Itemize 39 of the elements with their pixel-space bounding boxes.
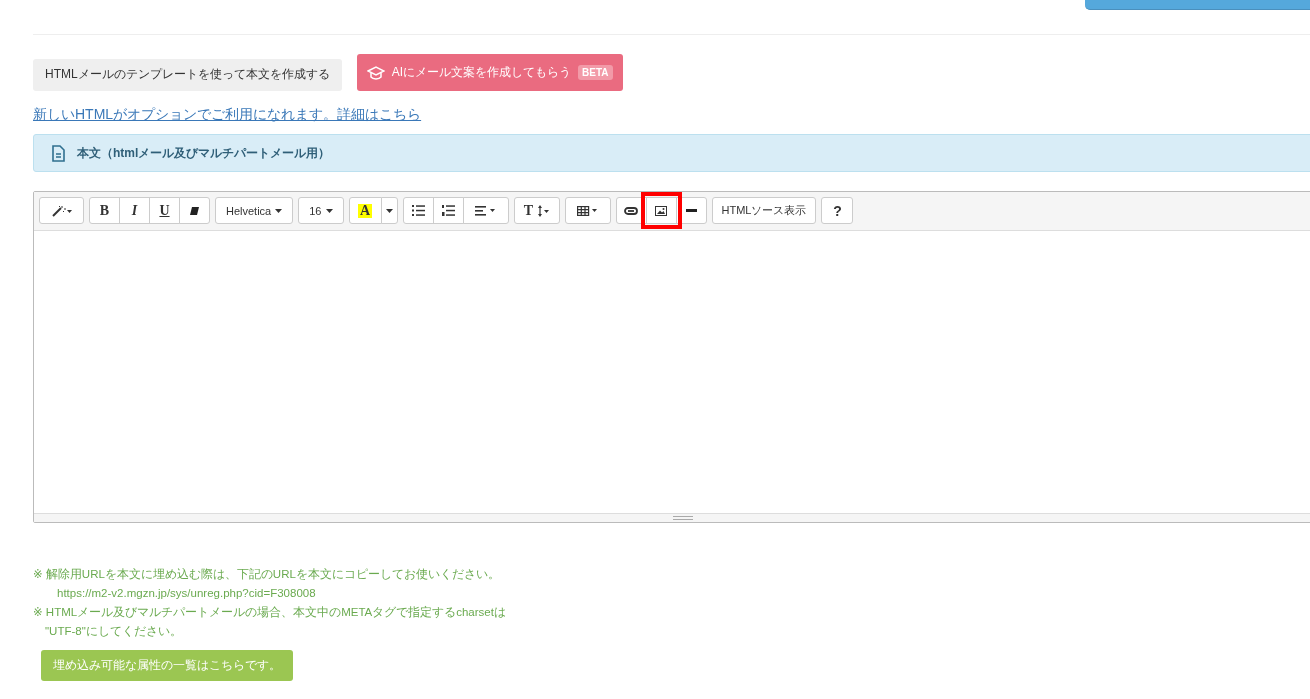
magic-wand-icon — [50, 204, 73, 217]
eraser-icon — [189, 205, 200, 216]
grip-icon[interactable] — [673, 516, 693, 520]
note-text: "UTF-8"にしてください。 — [44, 624, 183, 639]
option-link[interactable]: 新しいHTMLがオプションでご利用になれます。詳細はこちら — [33, 106, 422, 124]
document-icon — [52, 144, 65, 162]
caret-icon — [275, 208, 283, 213]
resize-handle[interactable] — [34, 513, 1310, 522]
table-button[interactable] — [564, 197, 611, 224]
source-button[interactable]: HTMLソース表示 — [711, 197, 817, 224]
dropdown-button[interactable]: Helvetica — [215, 197, 294, 224]
underline-button[interactable]: U — [149, 197, 180, 224]
table-icon — [577, 205, 598, 216]
link-icon — [624, 206, 638, 215]
help-button[interactable]: ? — [821, 197, 854, 224]
bold-button[interactable]: B — [89, 197, 120, 224]
line-height-button[interactable]: T — [513, 197, 560, 224]
image-icon — [655, 205, 667, 216]
dropdown-button[interactable]: 16 — [298, 197, 344, 224]
caret-icon — [325, 208, 333, 213]
magic-wand-button[interactable] — [39, 197, 84, 224]
numbered-list-button[interactable] — [432, 197, 464, 224]
unsubscribe-url: https://m2-v2.mgzn.jp/sys/unreg.php?cid=F308008 — [56, 586, 317, 601]
eraser-button[interactable] — [179, 197, 210, 224]
note-text: ※ HTMLメール及びマルチパートメールの場合、本文中のMETAタグで指定するcharsetは — [33, 605, 507, 620]
color-button[interactable]: A — [348, 197, 382, 224]
section-title: 本文（htmlメール及びマルチパートメール用） — [77, 144, 331, 162]
graduation-cap-icon — [366, 64, 385, 81]
numbered-list-icon — [441, 205, 455, 216]
align-icon — [474, 205, 497, 216]
bullet-list-button[interactable] — [402, 197, 434, 224]
template-button[interactable]: HTMLメールのテンプレートを使って本文を作成する — [33, 58, 342, 91]
align-button[interactable] — [462, 197, 509, 224]
note-text: ※ 解除用URLを本文に埋め込む際は、下記のURLを本文にコピーしてお使いください。 — [33, 567, 501, 582]
bullet-list-icon — [411, 205, 425, 216]
arrows-icon — [537, 204, 550, 217]
italic-button[interactable]: I — [119, 197, 150, 224]
caret-icon — [385, 208, 393, 213]
beta-badge: BETA — [578, 65, 613, 80]
